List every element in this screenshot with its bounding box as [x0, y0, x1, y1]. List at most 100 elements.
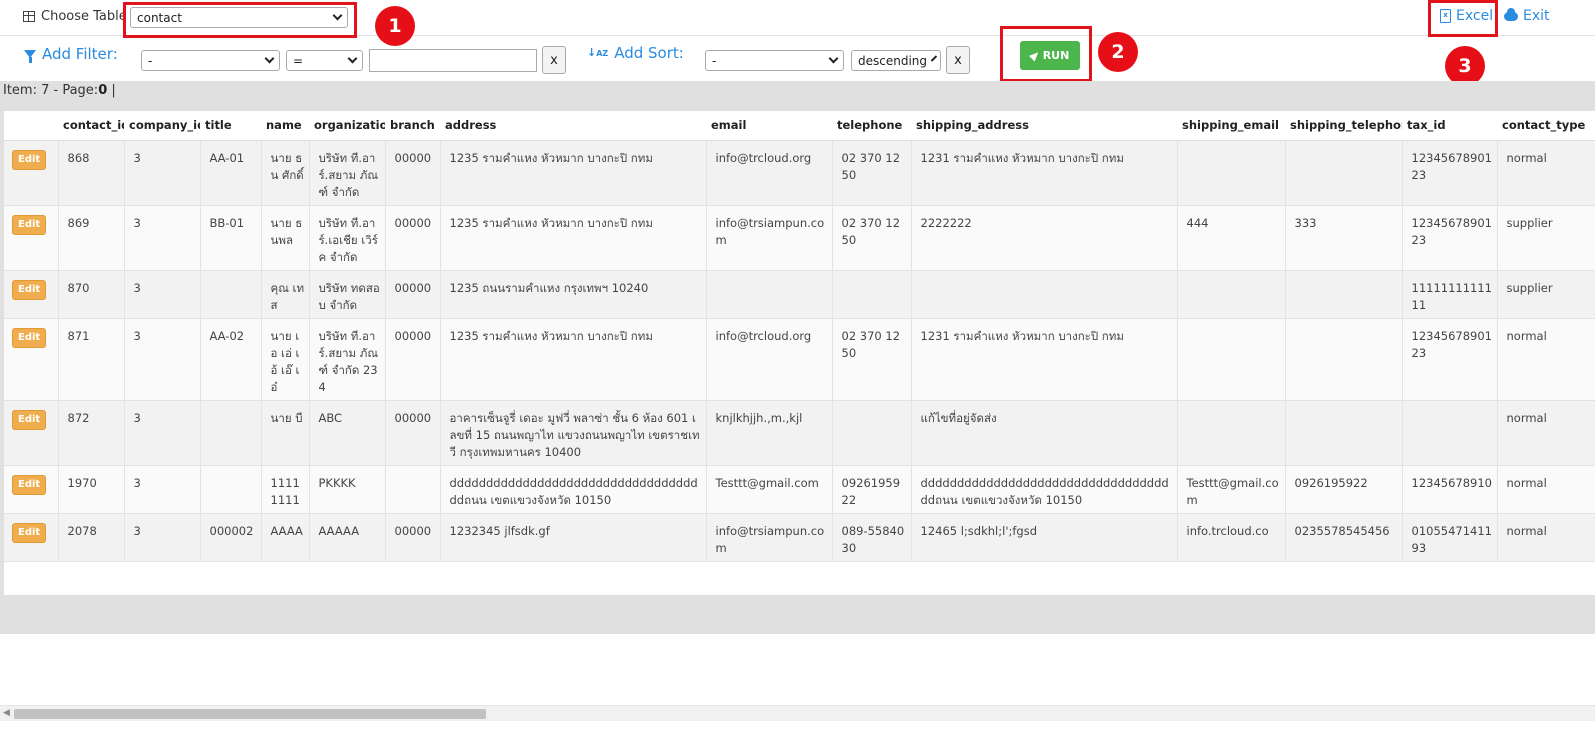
edit-button[interactable]: Edit	[12, 409, 47, 430]
scrollbar-thumb[interactable]	[14, 709, 486, 719]
table-cell-shipping-email	[1176, 400, 1285, 466]
table-cell-contact-type: supplier	[1496, 205, 1595, 271]
table-cell-contact-type: supplier	[1496, 270, 1595, 319]
column-header-shipping-email[interactable]: shipping_email	[1177, 111, 1285, 141]
edit-button[interactable]: Edit	[12, 522, 47, 543]
column-header-address[interactable]: address	[440, 111, 706, 141]
table-cell-tax-id: 0105547141193	[1401, 513, 1497, 562]
column-header-company-id[interactable]: company_id	[124, 111, 200, 141]
chevron-down-icon	[828, 53, 839, 64]
table-cell-organization: บริษัท ทดสอบ จำกัด	[308, 270, 385, 319]
status-text: Item: 7 - Page:0 |	[3, 83, 116, 98]
edit-button[interactable]: Edit	[12, 279, 47, 300]
callout-number-3: 3	[1445, 46, 1485, 86]
table-cell-name: นาย บี	[260, 400, 309, 466]
edit-button[interactable]: Edit	[12, 149, 47, 170]
column-header-contact-type[interactable]: contact_type	[1497, 111, 1595, 141]
table-cell-shipping-telephone	[1284, 400, 1402, 466]
column-header-tax-id[interactable]: tax_id	[1402, 111, 1497, 141]
table-cell-contact-id: 871	[57, 318, 124, 401]
horizontal-scrollbar[interactable]: ◀	[0, 705, 1595, 721]
sort-icon: ↓AZ	[587, 46, 609, 59]
column-header-telephone[interactable]: telephone	[832, 111, 911, 141]
table-cell-tax-id	[1401, 400, 1497, 466]
table-cell-email	[705, 270, 832, 319]
table-cell-address: 1235 ถนนรามคำแหง กรุงเทพฯ 10240	[439, 270, 706, 319]
data-table-container: contact_id company_id title name organizatio…	[4, 111, 1595, 595]
edit-button[interactable]: Edit	[12, 327, 47, 348]
table-cell-tax-id: 1234567890123	[1401, 205, 1497, 271]
column-header-actions[interactable]	[4, 111, 58, 141]
clear-filter-button[interactable]: x	[542, 46, 566, 74]
edit-button[interactable]: Edit	[12, 474, 47, 495]
filter-value-input[interactable]	[369, 49, 537, 72]
filter-field-select[interactable]: -	[141, 50, 280, 71]
column-header-organization[interactable]: organization	[309, 111, 385, 141]
table-cell-email: knjlkhjjh.,m.,kjl	[705, 400, 832, 466]
table-cell-contact-type: normal	[1496, 400, 1595, 466]
table-cell-organization: บริษัท ที.อาร์.สยาม ภัณฑ์ จำกัด 234	[308, 318, 385, 401]
filter-operator-select[interactable]: =	[286, 50, 363, 71]
table-cell-email: info@trcloud.org	[705, 318, 832, 401]
column-header-title[interactable]: title	[200, 111, 261, 141]
callout-number-2: 2	[1098, 32, 1138, 72]
table-cell-branch: 00000	[384, 400, 440, 466]
exit-button[interactable]: Exit	[1504, 7, 1550, 24]
table-cell-branch	[384, 465, 440, 514]
table-cell-address: 1235 รามคำแหง หัวหมาก บางกะปิ กทม	[439, 318, 706, 401]
sort-direction-select[interactable]: descending	[851, 50, 941, 71]
table-cell-name: นาย ธนพล	[260, 205, 309, 271]
table-cell-shipping-email	[1176, 270, 1285, 319]
clear-sort-button[interactable]: x	[946, 46, 970, 74]
sort-field-select[interactable]: -	[705, 50, 844, 71]
column-header-name[interactable]: name	[261, 111, 309, 141]
table-cell-organization: ABC	[308, 400, 385, 466]
table-cell-title	[199, 465, 261, 514]
table-cell-contact-id: 868	[57, 140, 124, 206]
table-cell-actions: Edit	[4, 140, 58, 206]
table-row: Edit 2078 3 000002 AAAA AAAAA 00000 1232345 jlf…	[4, 513, 1595, 562]
table-cell-telephone	[831, 270, 911, 319]
column-header-email[interactable]: email	[706, 111, 832, 141]
table-cell-title	[199, 270, 261, 319]
table-cell-shipping-address	[910, 270, 1177, 319]
table-cell-company-id: 3	[123, 140, 200, 206]
table-cell-shipping-email: Testtt@gmail.com	[1176, 465, 1285, 514]
table-cell-shipping-telephone: 333	[1284, 205, 1402, 271]
table-cell-shipping-address: 12465 l;sdkhl;l';fgsd	[910, 513, 1177, 562]
table-cell-shipping-address: 2222222	[910, 205, 1177, 271]
table-cell-shipping-address: 1231 รามคำแหง หัวหมาก บางกะปิ กทม	[910, 140, 1177, 206]
add-sort-label: Add Sort:	[614, 44, 684, 62]
add-sort-button[interactable]: ↓AZ Add Sort:	[587, 44, 684, 62]
table-cell-email: info@trsiampun.com	[705, 513, 832, 562]
table-cell-name: 11111111	[260, 465, 309, 514]
table-cell-contact-id: 2078	[57, 513, 124, 562]
add-filter-button[interactable]: Add Filter:	[24, 45, 118, 63]
status-suffix: |	[111, 83, 116, 98]
table-cell-name: AAAA	[260, 513, 309, 562]
table-cell-shipping-address: แก้ไขที่อยู่จัดส่ง	[910, 400, 1177, 466]
table-cell-organization: บริษัท ที.อาร์.สยาม ภัณฑ์ จำกัด	[308, 140, 385, 206]
table-cell-name: คุณ เทส	[260, 270, 309, 319]
table-row: Edit 872 3 นาย บี ABC 00000 อาคารเซ็นจูรี่ เดอ…	[4, 400, 1595, 466]
scroll-left-arrow-icon[interactable]: ◀	[3, 708, 10, 718]
table-cell-company-id: 3	[123, 400, 200, 466]
table-cell-actions: Edit	[4, 270, 58, 319]
column-header-branch[interactable]: branch	[385, 111, 440, 141]
chevron-down-icon	[347, 53, 358, 64]
table-row: Edit 871 3 AA-02 นาย เอ เอ่ เอ้ เอ๊ เอ๋ บริษั…	[4, 318, 1595, 401]
table-cell-title: BB-01	[199, 205, 261, 271]
table-cell-company-id: 3	[123, 513, 200, 562]
column-header-shipping-address[interactable]: shipping_address	[911, 111, 1177, 141]
table-cell-shipping-telephone	[1284, 140, 1402, 206]
edit-button[interactable]: Edit	[12, 214, 47, 235]
table-cell-telephone: 02 370 1250	[831, 205, 911, 271]
exit-label: Exit	[1523, 8, 1550, 24]
sort-direction-value: descending	[858, 53, 928, 68]
choose-table-label: Choose Table	[23, 9, 127, 24]
column-header-shipping-telephone[interactable]: shipping_telephone	[1285, 111, 1402, 141]
column-header-contact-id[interactable]: contact_id	[58, 111, 124, 141]
table-cell-address: ddddddddddddddddddddddddddddddddddddถนน …	[439, 465, 706, 514]
table-cell-branch: 00000	[384, 140, 440, 206]
table-cell-tax-id: 1234567890123	[1401, 140, 1497, 206]
